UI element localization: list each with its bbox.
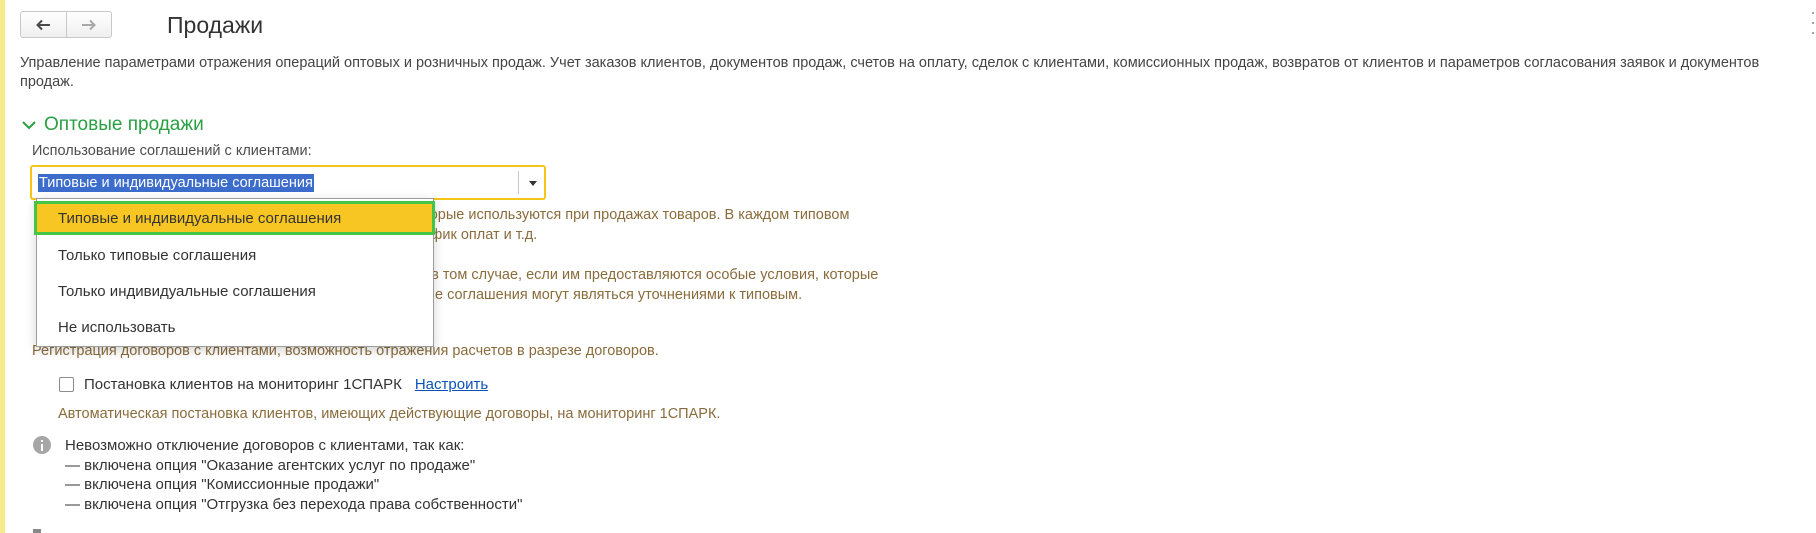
chevron-down-icon: [22, 120, 36, 129]
setup-link[interactable]: Настроить: [415, 376, 488, 393]
agreements-dropdown-list: Типовые и индивидуальные соглашения Толь…: [34, 198, 435, 347]
monitoring-checkbox[interactable]: [59, 377, 74, 392]
combo-divider: [518, 171, 519, 194]
page-title: Продажи: [167, 12, 264, 38]
more-menu-icon[interactable]: [1810, 12, 1816, 34]
arrow-left-icon: [36, 19, 51, 30]
section-wholesale-toggle[interactable]: Оптовые продажи: [22, 114, 204, 136]
monitoring-label[interactable]: Постановка клиентов на мониторинг 1СПАРК: [84, 376, 402, 393]
next-section-fragment: [33, 529, 41, 533]
dropdown-option-individual-only[interactable]: Только индивидуальные соглашения: [37, 274, 433, 308]
monitoring-row: Постановка клиентов на мониторинг 1СПАРК…: [59, 376, 488, 393]
info-line: — включена опция "Отгрузка без перехода …: [65, 495, 523, 513]
dropdown-option-typical-individual[interactable]: Типовые и индивидуальные соглашения: [34, 201, 435, 235]
dropdown-option-typical-only[interactable]: Только типовые соглашения: [37, 238, 433, 272]
section-title: Оптовые продажи: [44, 114, 204, 135]
history-navigation: [20, 11, 112, 38]
info-line: Невозможно отключение договоров с клиент…: [65, 437, 465, 454]
agreements-label: Использование соглашений с клиентами:: [32, 143, 312, 159]
agreements-select-value[interactable]: Типовые и индивидуальные соглашения: [38, 174, 314, 192]
monitoring-hint: Автоматическая постановка клиентов, имею…: [58, 406, 721, 422]
info-icon: [33, 436, 51, 454]
left-accent-stripe: [0, 0, 5, 533]
forward-button[interactable]: [65, 12, 112, 37]
back-button[interactable]: [21, 12, 66, 37]
dropdown-option-none[interactable]: Не использовать: [37, 310, 433, 344]
info-line: — включена опция "Оказание агентских усл…: [65, 456, 476, 474]
dropdown-arrow-icon[interactable]: [525, 177, 541, 189]
info-line: — включена опция "Комиссионные продажи": [65, 476, 380, 493]
page-description: Управление параметрами отражения операци…: [20, 55, 1760, 90]
info-message: Невозможно отключение договоров с клиент…: [65, 436, 522, 514]
arrow-right-icon: [81, 19, 96, 30]
agreements-select[interactable]: Типовые и индивидуальные соглашения: [30, 165, 546, 200]
